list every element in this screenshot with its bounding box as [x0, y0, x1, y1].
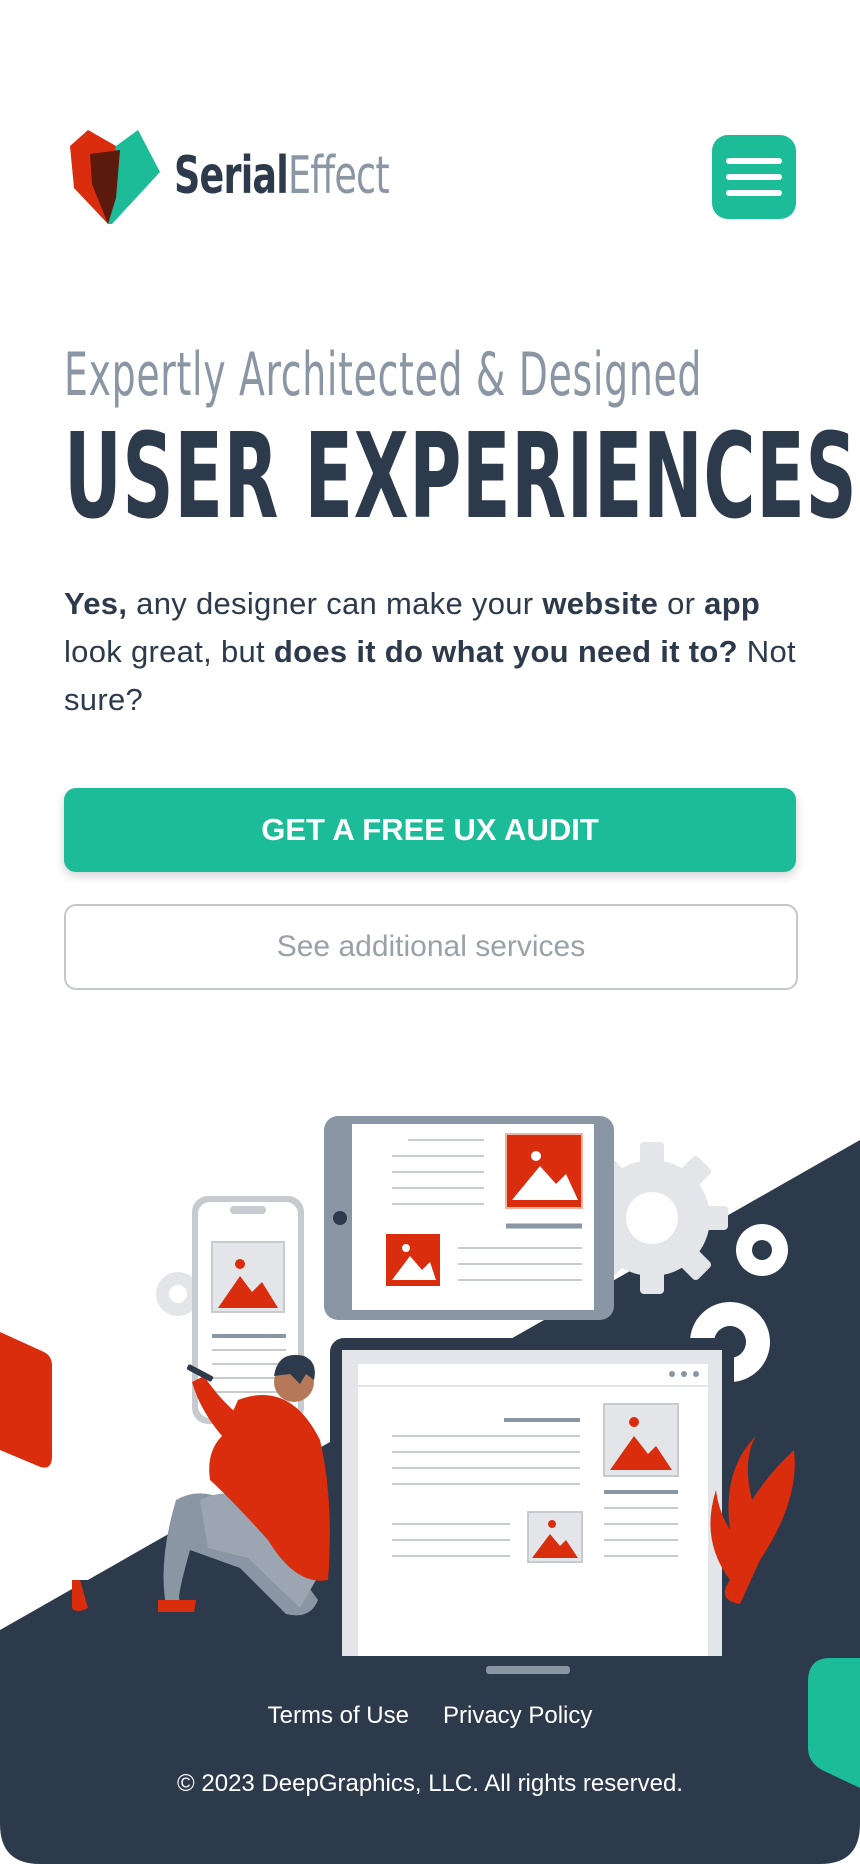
hamburger-menu-icon [726, 158, 782, 164]
terms-of-use-link[interactable]: Terms of Use [268, 1702, 409, 1730]
hero-kicker: Expertly Architected & Designed [64, 340, 703, 410]
site-header: SerialEffect [64, 126, 796, 226]
privacy-policy-link[interactable]: Privacy Policy [443, 1702, 592, 1730]
logo-wordmark: SerialEffect [174, 146, 390, 206]
logo[interactable]: SerialEffect [64, 126, 449, 226]
hero-headline: USER EXPERIENCES [64, 407, 858, 545]
hero-illustration [0, 1080, 860, 1864]
footer-links: Terms of Use Privacy Policy [0, 1702, 860, 1730]
hero-intro: Yes, any designer can make your website … [64, 586, 796, 717]
free-ux-audit-button[interactable]: GET A FREE UX AUDIT [64, 788, 796, 872]
menu-button[interactable] [712, 135, 796, 219]
additional-services-button[interactable]: See additional services [64, 904, 798, 990]
logo-mark-icon [70, 130, 160, 224]
copyright: © 2023 DeepGraphics, LLC. All rights res… [177, 1770, 683, 1797]
